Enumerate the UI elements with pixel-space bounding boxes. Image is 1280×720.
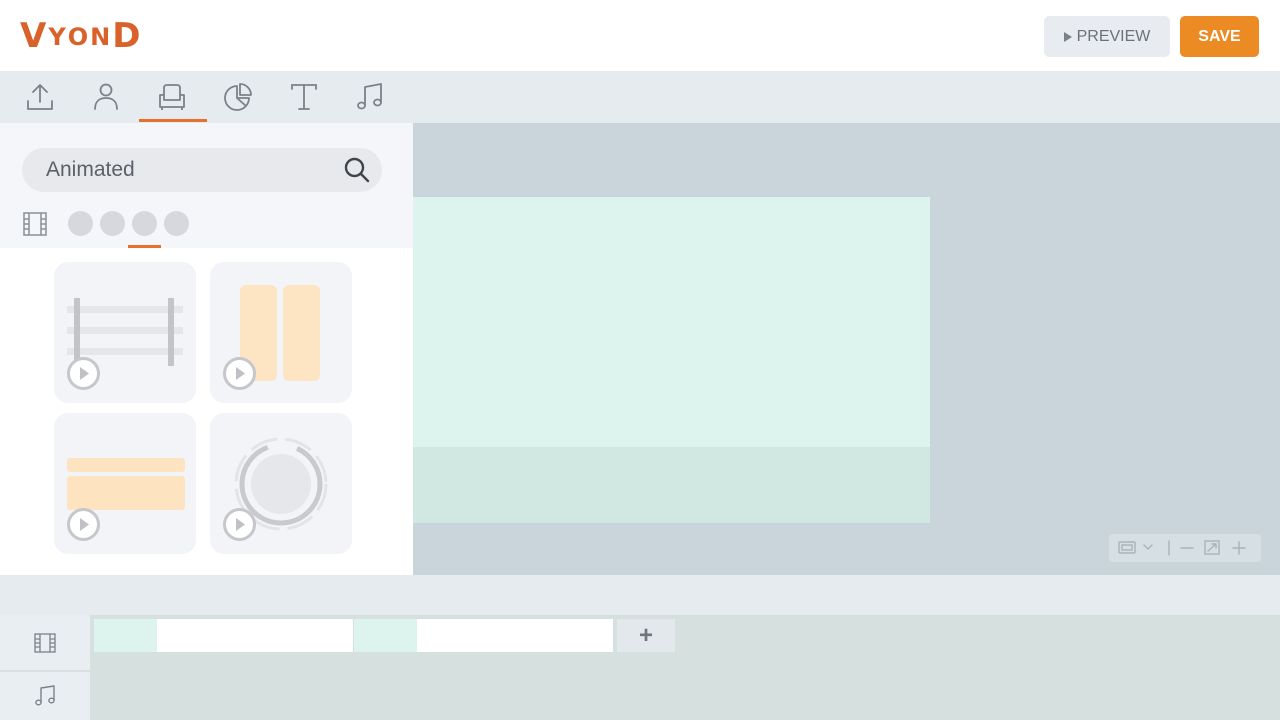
play-icon[interactable] <box>222 356 257 391</box>
upload-icon <box>27 84 53 110</box>
vyond-logo[interactable]: VYOND <box>20 16 142 56</box>
tool-characters[interactable] <box>73 71 139 123</box>
zoom-controls <box>1109 534 1261 562</box>
asset-card-fence[interactable] <box>54 262 196 403</box>
filter-option-4[interactable] <box>164 211 189 236</box>
header: VYOND PREVIEW SAVE <box>0 0 1280 71</box>
scene-duration-bar <box>157 619 353 652</box>
filter-option-1[interactable] <box>68 211 93 236</box>
chevron-down-icon[interactable] <box>1143 544 1153 550</box>
scene-thumbnail <box>94 619 157 652</box>
scene-duration-bar <box>417 619 613 652</box>
search-input[interactable] <box>46 148 336 192</box>
scene-thumbnail <box>354 619 417 652</box>
asset-toolbar <box>0 71 1280 123</box>
asset-card-ring[interactable] <box>210 413 352 554</box>
film-strip-icon <box>34 632 56 653</box>
filter-selected-indicator <box>128 245 161 248</box>
scene-canvas[interactable] <box>413 197 930 523</box>
pie-chart-icon <box>224 83 252 111</box>
search-box <box>22 148 382 192</box>
logo-letter: D <box>112 16 143 56</box>
tool-upload[interactable] <box>7 71 73 123</box>
logo-letter: N <box>90 23 113 51</box>
filter-option-3[interactable] <box>132 211 157 236</box>
play-triangle-icon <box>1063 31 1072 42</box>
search-icon[interactable] <box>343 156 371 184</box>
film-strip-icon[interactable] <box>22 211 48 237</box>
logo-letter: Y <box>48 23 68 51</box>
tool-text[interactable] <box>271 71 337 123</box>
timeline: + <box>0 615 1280 720</box>
tool-audio[interactable] <box>337 71 403 123</box>
timeline-ruler[interactable] <box>0 575 1280 615</box>
timeline-scene-1[interactable] <box>94 619 353 652</box>
person-icon <box>94 83 118 110</box>
timeline-scene-2[interactable] <box>354 619 613 652</box>
asset-card-banner[interactable] <box>54 413 196 554</box>
preview-button[interactable]: PREVIEW <box>1044 16 1170 57</box>
play-icon[interactable] <box>66 356 101 391</box>
library-header <box>0 123 413 248</box>
scene-track-header[interactable] <box>0 615 90 670</box>
music-note-icon <box>357 83 382 110</box>
play-icon[interactable] <box>66 507 101 542</box>
preview-label: PREVIEW <box>1076 27 1151 45</box>
text-icon <box>291 84 317 110</box>
scene-ground <box>413 447 930 523</box>
asset-library-panel <box>0 123 413 575</box>
tool-props[interactable] <box>139 71 207 123</box>
armchair-icon <box>159 84 185 110</box>
play-icon[interactable] <box>222 507 257 542</box>
stage-canvas-area <box>413 123 1280 575</box>
save-button[interactable]: SAVE <box>1180 16 1259 57</box>
logo-letter: O <box>67 23 91 51</box>
tool-charts[interactable] <box>205 71 271 123</box>
audio-track-header[interactable] <box>0 672 90 720</box>
filter-option-2[interactable] <box>100 211 125 236</box>
logo-letter: V <box>20 16 49 56</box>
asset-card-twin-bars[interactable] <box>210 262 352 403</box>
music-note-icon <box>35 685 55 706</box>
add-scene-button[interactable]: + <box>617 619 675 652</box>
fit-screen-icon[interactable] <box>1118 541 1136 554</box>
zoom-in-icon[interactable] <box>1232 541 1246 555</box>
expand-icon[interactable] <box>1204 540 1220 555</box>
